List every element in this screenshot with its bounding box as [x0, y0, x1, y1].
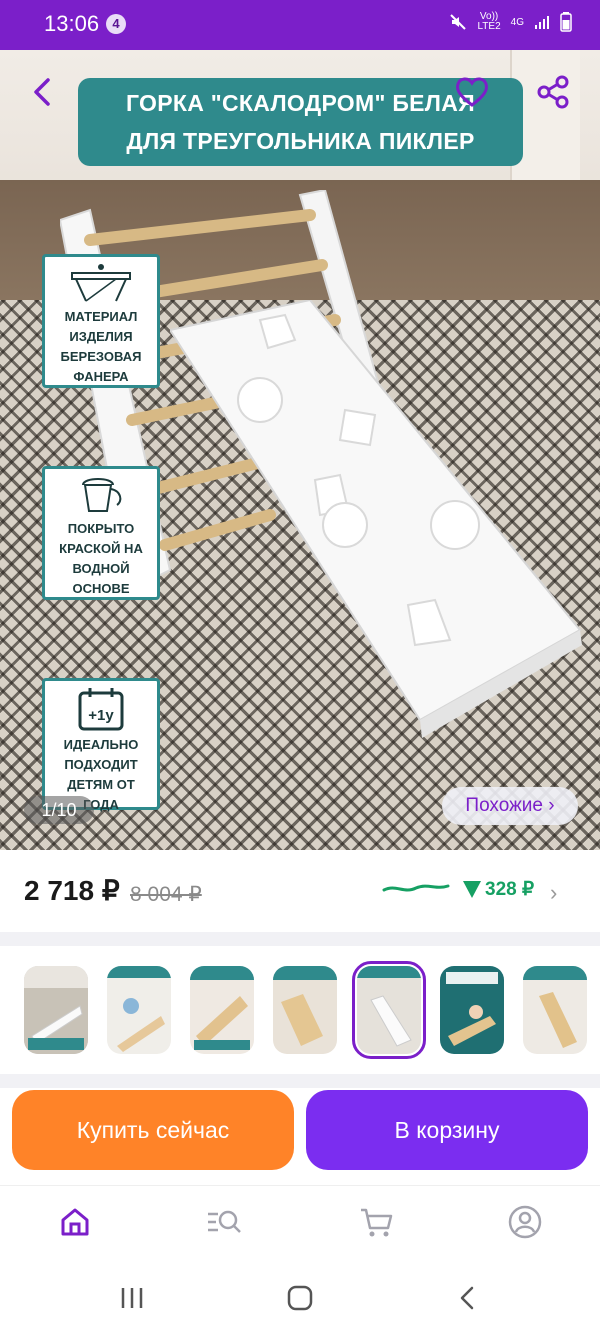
status-time: 13:06 [44, 11, 100, 36]
feature-text-paint: ПОКРЫТО КРАСКОЙ НА ВОДНОЙ ОСНОВЕ [59, 521, 143, 596]
mute-icon [450, 14, 467, 30]
feature-card-material: МАТЕРИАЛ ИЗДЕЛИЯ БЕРЕЗОВАЯ ФАНЕРА [42, 254, 160, 388]
notification-badge: 4 [106, 14, 126, 34]
system-navigation [0, 1258, 600, 1332]
network-type: 4G [510, 16, 524, 28]
thumbnail-strip [0, 946, 600, 1074]
ramp-board [170, 300, 582, 738]
thumbnail[interactable] [107, 966, 171, 1054]
thumbnail[interactable] [523, 966, 587, 1054]
feature-card-age: +1y ИДЕАЛЬНО ПОДХОДИТ ДЕТЯМ ОТ ГОДА [42, 678, 160, 812]
thumbnail[interactable] [440, 966, 504, 1054]
feature-text-material: МАТЕРИАЛ ИЗДЕЛИЯ БЕРЕЗОВАЯ ФАНЕРА [60, 309, 142, 384]
thumbnail[interactable] [273, 966, 337, 1054]
price-trend-icon [382, 884, 450, 892]
status-bar: 13:06 4 Vo)) LTE2 4G [0, 0, 600, 50]
similar-button[interactable]: Похожие › [442, 787, 578, 825]
share-icon[interactable] [534, 72, 574, 112]
feature-card-paint: ПОКРЫТО КРАСКОЙ НА ВОДНОЙ ОСНОВЕ [42, 466, 160, 600]
calendar-icon: +1y [78, 688, 124, 731]
back-arrow-icon[interactable] [24, 72, 64, 112]
thumbnail-active[interactable] [352, 961, 426, 1059]
heart-icon[interactable] [452, 72, 492, 112]
profile-icon[interactable] [507, 1204, 543, 1240]
status-indicators: Vo)) LTE2 4G [449, 12, 572, 32]
add-to-cart-button[interactable]: В корзину [306, 1090, 588, 1170]
battery-icon [560, 12, 572, 32]
cart-icon[interactable] [358, 1204, 394, 1240]
price-drop-value: 328 ₽ [485, 879, 535, 900]
catalog-search-icon[interactable] [206, 1204, 242, 1240]
calendar-badge: +1y [88, 707, 114, 724]
price-drop-arrow-icon [463, 881, 481, 898]
table-icon [71, 264, 131, 302]
paint-bucket-icon [82, 478, 122, 512]
buy-now-button[interactable]: Купить сейчас [12, 1090, 294, 1170]
old-price: 8 004 ₽ [130, 883, 202, 906]
thumbnail[interactable] [190, 966, 254, 1054]
price-card[interactable]: 2 718 ₽ 8 004 ₽ 328 ₽ › [0, 850, 600, 932]
divider [0, 1074, 600, 1088]
current-price: 2 718 ₽ [24, 875, 120, 906]
signal-icon [535, 16, 549, 29]
chevron-right-icon[interactable]: › [550, 880, 557, 906]
divider [0, 932, 600, 946]
product-image[interactable]: ГОРКА "СКАЛОДРОМ" БЕЛАЯ ДЛЯ ТРЕУГОЛЬНИКА… [0, 50, 600, 850]
home-icon[interactable] [57, 1204, 93, 1240]
home-button-icon[interactable] [285, 1284, 315, 1312]
bottom-navigation [0, 1185, 600, 1257]
recent-apps-icon[interactable] [117, 1284, 147, 1312]
system-back-icon[interactable] [453, 1284, 483, 1312]
image-counter: 1/10 [24, 796, 94, 824]
network-label: Vo)) LTE2 [477, 11, 501, 32]
thumbnail[interactable] [24, 966, 88, 1054]
